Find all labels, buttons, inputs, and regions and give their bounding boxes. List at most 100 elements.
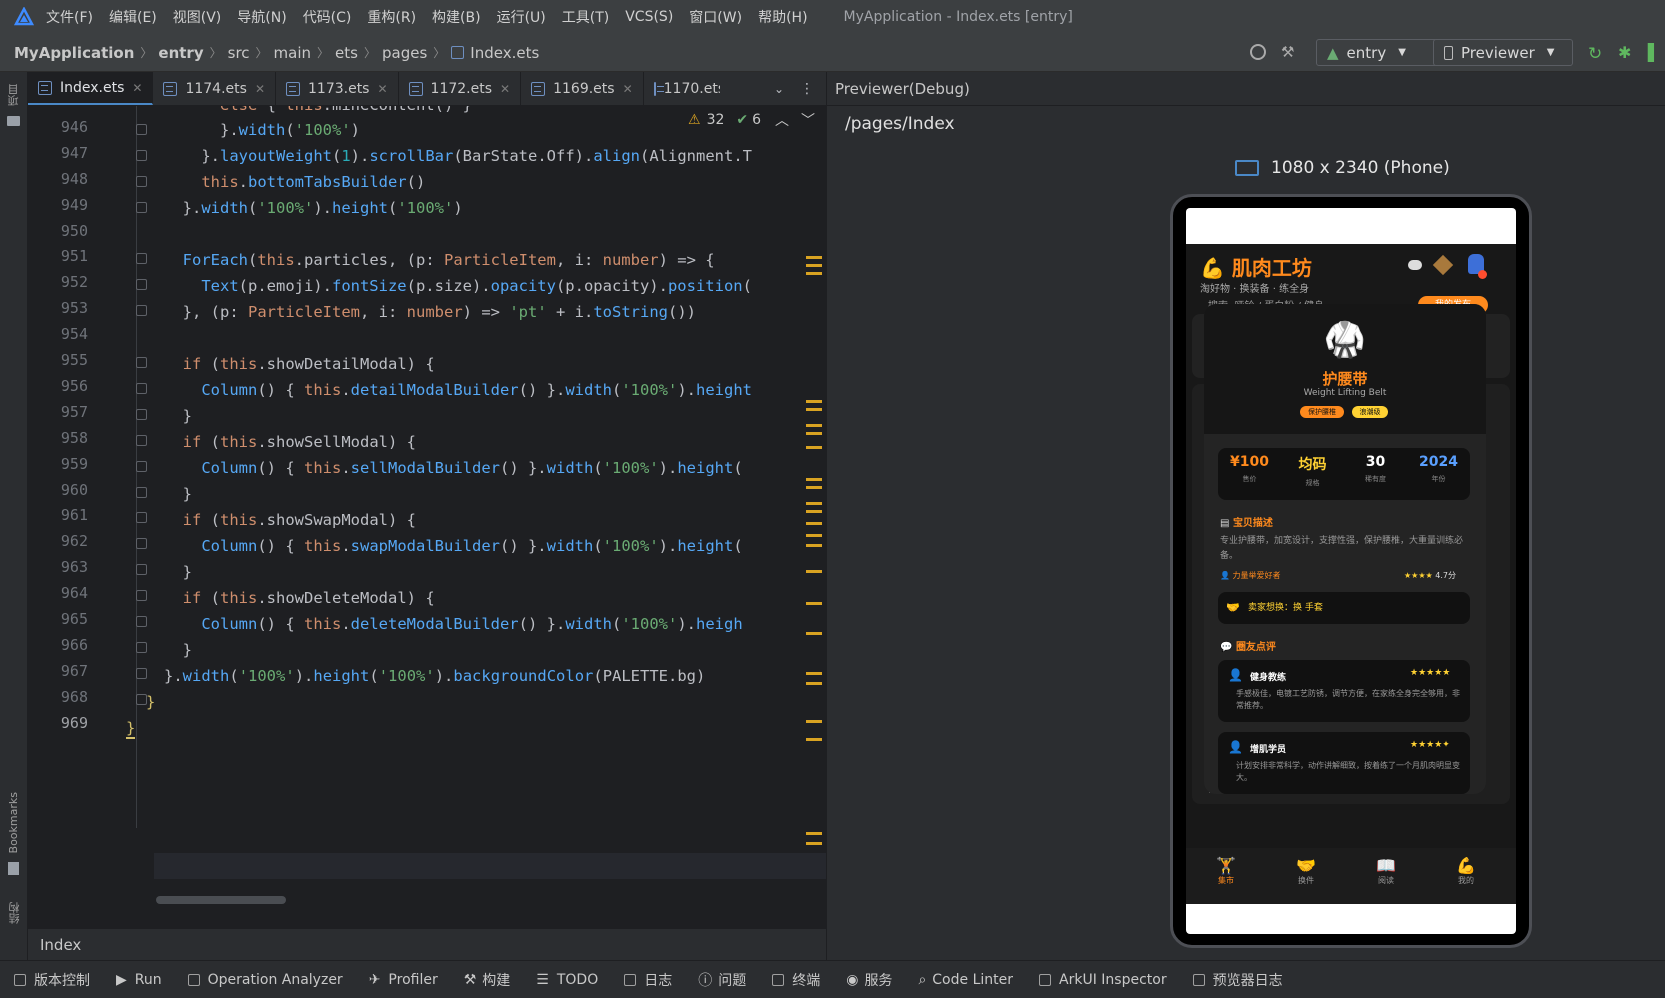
close-icon[interactable]: ✕ xyxy=(377,82,387,96)
menu-navigate[interactable]: 导航(N) xyxy=(237,7,286,27)
fold-marker-icon[interactable] xyxy=(136,538,147,550)
phone-screen[interactable]: 💪 肌肉工坊 淘好物 · 换装备 · 练全身 搜索: 哑铃 / 蛋白粉 / 健身… xyxy=(1186,208,1516,934)
fold-marker-icon[interactable] xyxy=(136,408,147,420)
scroll-marker[interactable] xyxy=(806,682,822,685)
menu-file[interactable]: 文件(F) xyxy=(46,7,93,27)
close-icon[interactable]: ✕ xyxy=(623,82,633,96)
scroll-marker[interactable] xyxy=(806,842,822,845)
code-linter-tool[interactable]: ⌕ Code Linter xyxy=(918,972,1013,988)
menu-tools[interactable]: 工具(T) xyxy=(562,7,609,27)
bookmark-icon[interactable] xyxy=(8,862,19,875)
tab-more-icon[interactable]: ⋮ xyxy=(794,72,826,105)
breadcrumb-ets[interactable]: ets xyxy=(335,44,358,62)
tab-list-chevron-icon[interactable]: ⌄ xyxy=(764,72,794,105)
more-icon[interactable]: ▌ xyxy=(1648,43,1660,62)
rerun-icon[interactable]: ↻ xyxy=(1588,44,1602,64)
menu-vcs[interactable]: VCS(S) xyxy=(625,9,673,25)
scroll-marker[interactable] xyxy=(806,446,822,449)
scroll-marker[interactable] xyxy=(806,738,822,741)
tab-1170[interactable]: 1170.ets xyxy=(644,72,720,105)
tab-1169[interactable]: 1169.ets ✕ xyxy=(521,72,644,105)
scroll-marker[interactable] xyxy=(806,400,822,403)
nav-tab[interactable]: 🏋 集市 xyxy=(1186,856,1266,886)
bookmarks-tool-label[interactable]: Bookmarks xyxy=(7,792,20,853)
chevron-down-icon[interactable]: ﹀ xyxy=(801,110,815,130)
fold-marker-icon[interactable] xyxy=(136,590,147,602)
nav-tab[interactable]: 💪 我的 xyxy=(1426,856,1506,886)
menu-run[interactable]: 运行(U) xyxy=(497,7,546,27)
fold-marker-icon[interactable] xyxy=(136,460,147,472)
breadcrumb-module[interactable]: entry xyxy=(158,44,203,62)
profiler-tool[interactable]: ✈ Profiler xyxy=(369,972,438,988)
tab-1173[interactable]: 1173.ets ✕ xyxy=(276,72,399,105)
fold-marker-icon[interactable] xyxy=(136,279,147,291)
scroll-marker[interactable] xyxy=(806,432,822,435)
structure-tool-label[interactable]: 结构 xyxy=(7,902,23,924)
menu-window[interactable]: 窗口(W) xyxy=(689,7,742,27)
scroll-marker[interactable] xyxy=(806,486,822,489)
run-config-select[interactable]: Previewer ▼ xyxy=(1433,39,1573,66)
code-breadcrumb-label[interactable]: Index xyxy=(40,936,81,954)
fold-marker-icon[interactable] xyxy=(136,357,147,368)
menu-view[interactable]: 视图(V) xyxy=(173,7,222,27)
log-tool[interactable]: 日志 xyxy=(624,970,672,990)
todo-tool[interactable]: ☰ TODO xyxy=(536,972,598,988)
hammer-icon[interactable]: ⚒ xyxy=(1281,44,1297,60)
chevron-up-icon[interactable]: ︿ xyxy=(775,110,789,130)
breadcrumb-file[interactable]: Index.ets xyxy=(470,44,539,62)
debug-icon[interactable]: ✱ xyxy=(1618,43,1631,62)
fold-marker-icon[interactable] xyxy=(136,123,147,135)
scroll-marker[interactable] xyxy=(806,424,822,427)
nav-tab[interactable]: 🤝 换件 xyxy=(1266,856,1346,886)
fold-marker-icon[interactable] xyxy=(136,434,147,446)
fold-marker-icon[interactable] xyxy=(136,149,147,161)
menu-help[interactable]: 帮助(H) xyxy=(758,7,807,27)
scroll-marker[interactable] xyxy=(806,832,822,835)
tab-1174[interactable]: 1174.ets ✕ xyxy=(153,72,276,105)
inspection-widget[interactable]: ⚠ 32 ✔ 6 ︿ ﹀ xyxy=(688,110,815,130)
menu-edit[interactable]: 编辑(E) xyxy=(109,7,157,27)
scroll-marker[interactable] xyxy=(806,632,822,635)
horizontal-scrollbar[interactable] xyxy=(156,896,286,904)
seller-name[interactable]: 👤 力量举爱好者 xyxy=(1220,570,1281,581)
code-editor[interactable]: 945 946 947 948 949 950 951 952 953 954 955 956 957 9… xyxy=(28,106,826,928)
box-icon[interactable] xyxy=(1432,254,1454,276)
close-icon[interactable]: ✕ xyxy=(132,81,142,95)
services-tool[interactable]: ◉ 服务 xyxy=(846,970,892,990)
nav-tab[interactable]: 📖 阅读 xyxy=(1346,856,1426,886)
module-select[interactable]: ▲ entry ▼ xyxy=(1316,39,1438,66)
close-icon[interactable]: ✕ xyxy=(255,82,265,96)
scroll-marker[interactable] xyxy=(806,408,822,411)
menu-code[interactable]: 代码(C) xyxy=(303,7,352,27)
fold-marker-icon[interactable] xyxy=(136,305,147,317)
scroll-marker[interactable] xyxy=(806,478,822,481)
breadcrumb-project[interactable]: MyApplication xyxy=(14,44,134,62)
scroll-marker[interactable] xyxy=(806,544,822,547)
scroll-marker[interactable] xyxy=(806,534,822,537)
fold-marker-icon[interactable] xyxy=(136,175,147,187)
scroll-marker[interactable] xyxy=(806,720,822,723)
message-icon[interactable] xyxy=(1408,260,1422,270)
arkui-inspector-tool[interactable]: ArkUI Inspector xyxy=(1039,972,1167,988)
build-tool[interactable]: ⚒ 构建 xyxy=(464,970,511,990)
fold-marker-icon[interactable] xyxy=(136,201,147,213)
scroll-marker[interactable] xyxy=(806,272,822,275)
scroll-marker[interactable] xyxy=(806,502,822,505)
detail-modal[interactable]: 🥋 护腰带 Weight Lifting Belt 保护腰椎 浪潮级 ¥100 售… xyxy=(1204,304,1486,794)
tab-index[interactable]: Index.ets ✕ xyxy=(28,72,154,105)
breadcrumb-pages[interactable]: pages xyxy=(382,44,427,62)
folder-icon[interactable] xyxy=(7,116,20,126)
problems-tool[interactable]: ⓘ 问题 xyxy=(698,970,746,990)
operation-analyzer-tool[interactable]: Operation Analyzer xyxy=(187,972,343,988)
tab-1172[interactable]: 1172.ets ✕ xyxy=(399,72,522,105)
menu-build[interactable]: 构建(B) xyxy=(432,7,481,27)
fold-marker-icon[interactable] xyxy=(136,616,147,627)
scroll-marker[interactable] xyxy=(806,510,822,513)
menu-refactor[interactable]: 重构(R) xyxy=(367,7,416,27)
terminal-tool[interactable]: 终端 xyxy=(772,970,820,990)
fold-marker-icon[interactable] xyxy=(136,667,147,679)
project-tool-label[interactable]: 项目 xyxy=(6,84,22,106)
breadcrumb-src[interactable]: src xyxy=(228,44,250,62)
fold-marker-icon[interactable] xyxy=(136,564,147,576)
scroll-marker[interactable] xyxy=(806,522,822,525)
